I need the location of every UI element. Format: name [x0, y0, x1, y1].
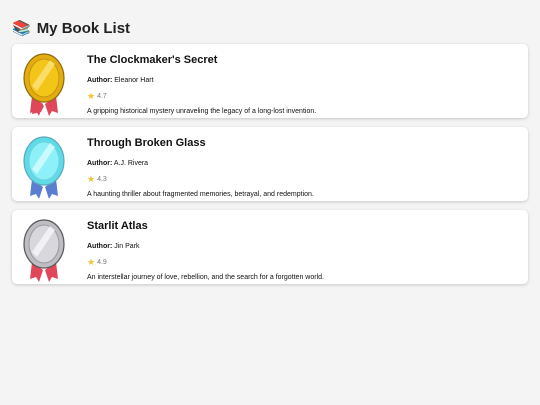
page: 📚 My Book List The Clockmaker's Secret A…	[0, 0, 540, 284]
gold-medal-icon	[22, 52, 66, 118]
author-name: A.J. Rivera	[113, 160, 149, 167]
book-info: Through Broken Glass Author: A.J. Rivera…	[87, 135, 314, 199]
book-rating: ★ 4.3	[87, 175, 314, 184]
book-title: The Clockmaker's Secret	[87, 54, 218, 66]
author-label: Author:	[87, 243, 113, 250]
diamond-medal-icon	[22, 135, 66, 201]
book-title: Starlit Atlas	[87, 220, 148, 232]
book-card[interactable]: Starlit Atlas Author: Jin Park ★ 4.9 An …	[12, 210, 528, 284]
book-author: Author: Jin Park	[87, 242, 324, 251]
star-icon: ★	[87, 257, 96, 267]
rating-value: 4.7	[97, 93, 107, 100]
book-list: The Clockmaker's Secret Author: Eleanor …	[12, 44, 528, 284]
page-title-text: My Book List	[36, 19, 131, 37]
star-icon: ★	[87, 91, 96, 101]
book-info: Starlit Atlas Author: Jin Park ★ 4.9 An …	[87, 218, 324, 282]
book-rating: ★ 4.7	[87, 92, 316, 101]
book-author: Author: A.J. Rivera	[87, 159, 314, 168]
books-icon: 📚	[12, 19, 31, 37]
star-icon: ★	[87, 174, 96, 184]
silver-medal-icon	[22, 218, 66, 284]
rating-value: 4.9	[97, 259, 107, 266]
rating-value: 4.3	[97, 176, 107, 183]
book-description: A gripping historical mystery unraveling…	[87, 108, 317, 115]
author-name: Eleanor Hart	[114, 77, 154, 84]
author-label: Author:	[87, 77, 113, 84]
book-description: A haunting thriller about fragmented mem…	[87, 191, 314, 198]
book-rating: ★ 4.9	[87, 258, 324, 267]
book-title: Through Broken Glass	[87, 137, 206, 149]
book-card[interactable]: Through Broken Glass Author: A.J. Rivera…	[12, 127, 528, 201]
author-name: Jin Park	[114, 243, 140, 250]
book-description: An interstellar journey of love, rebelli…	[87, 274, 324, 281]
page-title: 📚 My Book List	[12, 18, 528, 38]
book-author: Author: Eleanor Hart	[87, 76, 316, 85]
book-info: The Clockmaker's Secret Author: Eleanor …	[87, 52, 316, 116]
book-card[interactable]: The Clockmaker's Secret Author: Eleanor …	[12, 44, 528, 118]
author-label: Author:	[87, 160, 113, 167]
